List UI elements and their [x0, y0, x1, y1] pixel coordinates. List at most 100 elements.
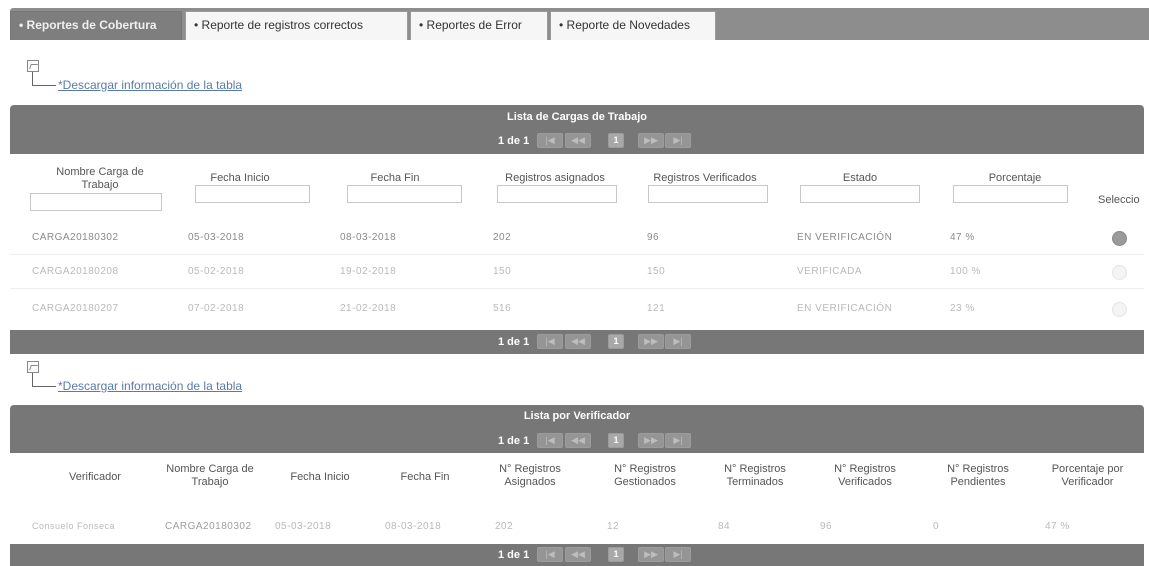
col-fecha-inicio: Fecha Inicio: [210, 172, 270, 184]
image-placeholder-icon: [27, 60, 39, 72]
pager-info: 1 de 1: [498, 435, 530, 447]
download-link[interactable]: *Descargar información de la tabla: [58, 379, 242, 393]
next-page-button[interactable]: ▶▶: [638, 433, 664, 448]
pager-info: 1 de 1: [498, 549, 530, 561]
cell-pendientes: 0: [933, 521, 940, 532]
col-fecha-inicio: Fecha Inicio: [290, 471, 350, 483]
current-page-button[interactable]: 1: [608, 433, 624, 448]
cell-asignados: 150: [493, 266, 512, 277]
pager-info: 1 de 1: [498, 336, 530, 348]
cell-fecha-inicio: 05-02-2018: [188, 266, 245, 277]
col-nombre-carga: Nombre Carga de Trabajo: [56, 166, 144, 191]
col-registros-asignados: N° Registros Asignados: [499, 463, 561, 488]
table1-pager-top: 1 de 1 |◀ ◀◀ 1 ▶▶ ▶|: [10, 132, 1144, 150]
col-registros-pendientes: N° Registros Pendientes: [947, 463, 1009, 488]
last-page-button[interactable]: ▶|: [665, 433, 691, 448]
table2-header-band: Lista por Verificador 1 de 1 |◀ ◀◀ 1 ▶▶ …: [10, 405, 1144, 453]
col-registros-terminados: N° Registros Terminados: [724, 463, 786, 488]
current-page-button[interactable]: 1: [608, 334, 624, 349]
select-radio[interactable]: [1112, 231, 1127, 246]
cell-nombre: CARGA20180302: [165, 521, 252, 532]
cell-estado: EN VERIFICACIÓN: [797, 303, 893, 314]
cell-nombre: CARGA20180302: [32, 232, 119, 243]
next-page-button[interactable]: ▶▶: [638, 547, 664, 562]
next-page-button[interactable]: ▶▶: [638, 334, 664, 349]
cell-asignados: 202: [493, 232, 512, 243]
cell-porcentaje: 23 %: [950, 303, 975, 314]
current-page-button[interactable]: 1: [608, 133, 624, 148]
cell-fecha-fin: 08-03-2018: [340, 232, 397, 243]
cell-porcentaje: 47 %: [1045, 521, 1070, 532]
cell-porcentaje: 47 %: [950, 232, 975, 243]
prev-page-button[interactable]: ◀◀: [565, 433, 591, 448]
cell-verificados: 96: [820, 521, 833, 532]
col-registros-verificados: N° Registros Verificados: [834, 463, 896, 488]
cell-estado: EN VERIFICACIÓN: [797, 232, 893, 243]
link-connector: [32, 72, 56, 86]
col-registros-verificados: Registros Verificados: [653, 172, 757, 184]
row-divider: [10, 254, 1144, 255]
cell-asignados: 202: [495, 521, 514, 532]
last-page-button[interactable]: ▶|: [665, 133, 691, 148]
col-nombre-carga: Nombre Carga de Trabajo: [166, 463, 254, 488]
tab-reportes-cobertura[interactable]: • Reportes de Cobertura: [10, 11, 182, 40]
filter-estado[interactable]: [800, 185, 920, 203]
table1-pager-bottom: 1 de 1 |◀ ◀◀ 1 ▶▶ ▶|: [10, 333, 1144, 351]
cell-terminados: 84: [718, 521, 731, 532]
cell-verificados: 150: [647, 266, 666, 277]
tab-reporte-novedades[interactable]: • Reporte de Novedades: [550, 11, 716, 40]
col-porcentaje-verificador: Porcentaje por Verificador: [1051, 463, 1124, 488]
pager-info: 1 de 1: [498, 135, 530, 147]
table2-pager-bottom: 1 de 1 |◀ ◀◀ 1 ▶▶ ▶|: [10, 546, 1144, 564]
filter-fecha-inicio[interactable]: [195, 185, 310, 203]
first-page-button[interactable]: |◀: [537, 547, 563, 562]
cell-verificados: 96: [647, 232, 660, 243]
last-page-button[interactable]: ▶|: [665, 547, 691, 562]
tab-bar: • Reportes de Cobertura • Reporte de reg…: [10, 8, 1149, 40]
cell-fecha-inicio: 05-03-2018: [188, 232, 245, 243]
cell-gestionados: 12: [607, 521, 620, 532]
prev-page-button[interactable]: ◀◀: [565, 133, 591, 148]
prev-page-button[interactable]: ◀◀: [565, 547, 591, 562]
last-page-button[interactable]: ▶|: [665, 334, 691, 349]
filter-nombre-carga[interactable]: [30, 193, 162, 211]
cell-fecha-inicio: 05-03-2018: [275, 521, 332, 532]
prev-page-button[interactable]: ◀◀: [565, 334, 591, 349]
link-connector: [32, 373, 56, 387]
cell-fecha-fin: 08-03-2018: [385, 521, 442, 532]
row-divider: [10, 288, 1144, 289]
cell-nombre: CARGA20180208: [32, 266, 119, 277]
table1-footer-band: 1 de 1 |◀ ◀◀ 1 ▶▶ ▶|: [10, 330, 1144, 354]
select-radio[interactable]: [1112, 302, 1127, 317]
table1-header-band: Lista de Cargas de Trabajo 1 de 1 |◀ ◀◀ …: [10, 105, 1144, 154]
table1-title: Lista de Cargas de Trabajo: [507, 111, 647, 123]
filter-porcentaje[interactable]: [953, 185, 1068, 203]
filter-registros-verificados[interactable]: [648, 185, 768, 203]
first-page-button[interactable]: |◀: [537, 133, 563, 148]
tab-reportes-error[interactable]: • Reportes de Error: [410, 11, 548, 40]
cell-verificador: Consuelo Fonseca: [32, 521, 116, 531]
tab-registros-correctos[interactable]: • Reporte de registros correctos: [185, 11, 408, 40]
col-estado: Estado: [842, 172, 878, 184]
table2-footer-band: 1 de 1 |◀ ◀◀ 1 ▶▶ ▶|: [10, 544, 1144, 566]
select-radio[interactable]: [1112, 265, 1127, 280]
col-seleccion: Seleccio: [1098, 194, 1140, 206]
download-link[interactable]: *Descargar información de la tabla: [58, 78, 242, 92]
cell-asignados: 516: [493, 303, 512, 314]
first-page-button[interactable]: |◀: [537, 334, 563, 349]
cell-fecha-inicio: 07-02-2018: [188, 303, 245, 314]
filter-registros-asignados[interactable]: [497, 185, 617, 203]
first-page-button[interactable]: |◀: [537, 433, 563, 448]
col-fecha-fin: Fecha Fin: [370, 172, 420, 184]
cell-porcentaje: 100 %: [950, 266, 981, 277]
filter-fecha-fin[interactable]: [347, 185, 462, 203]
next-page-button[interactable]: ▶▶: [638, 133, 664, 148]
cell-fecha-fin: 19-02-2018: [340, 266, 397, 277]
table2-title: Lista por Verificador: [523, 410, 631, 422]
current-page-button[interactable]: 1: [608, 547, 624, 562]
cell-fecha-fin: 21-02-2018: [340, 303, 397, 314]
cell-nombre: CARGA20180207: [32, 303, 119, 314]
col-registros-gestionados: N° Registros Gestionados: [614, 463, 676, 488]
cell-estado: VERIFICADA: [797, 266, 863, 277]
cell-verificados: 121: [647, 303, 666, 314]
